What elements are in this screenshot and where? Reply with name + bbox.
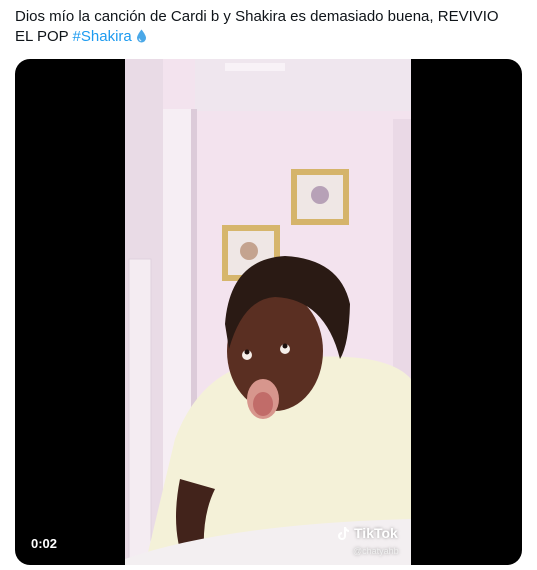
video-player[interactable]: 0:02 TikTok @chatyahb (15, 59, 522, 565)
hashtag-link[interactable]: #Shakira (73, 28, 132, 45)
tiktok-watermark: TikTok (337, 525, 398, 541)
video-frame (125, 59, 411, 565)
tiktok-icon (338, 526, 349, 540)
tiktok-handle: @chatyahb (353, 546, 399, 556)
video-scene (125, 59, 411, 565)
tweet-text: Dios mío la canción de Cardi b y Shakira… (15, 7, 520, 47)
droplet-icon (136, 29, 146, 43)
tiktok-brand: TikTok (354, 525, 398, 541)
video-time-badge: 0:02 (31, 536, 58, 551)
